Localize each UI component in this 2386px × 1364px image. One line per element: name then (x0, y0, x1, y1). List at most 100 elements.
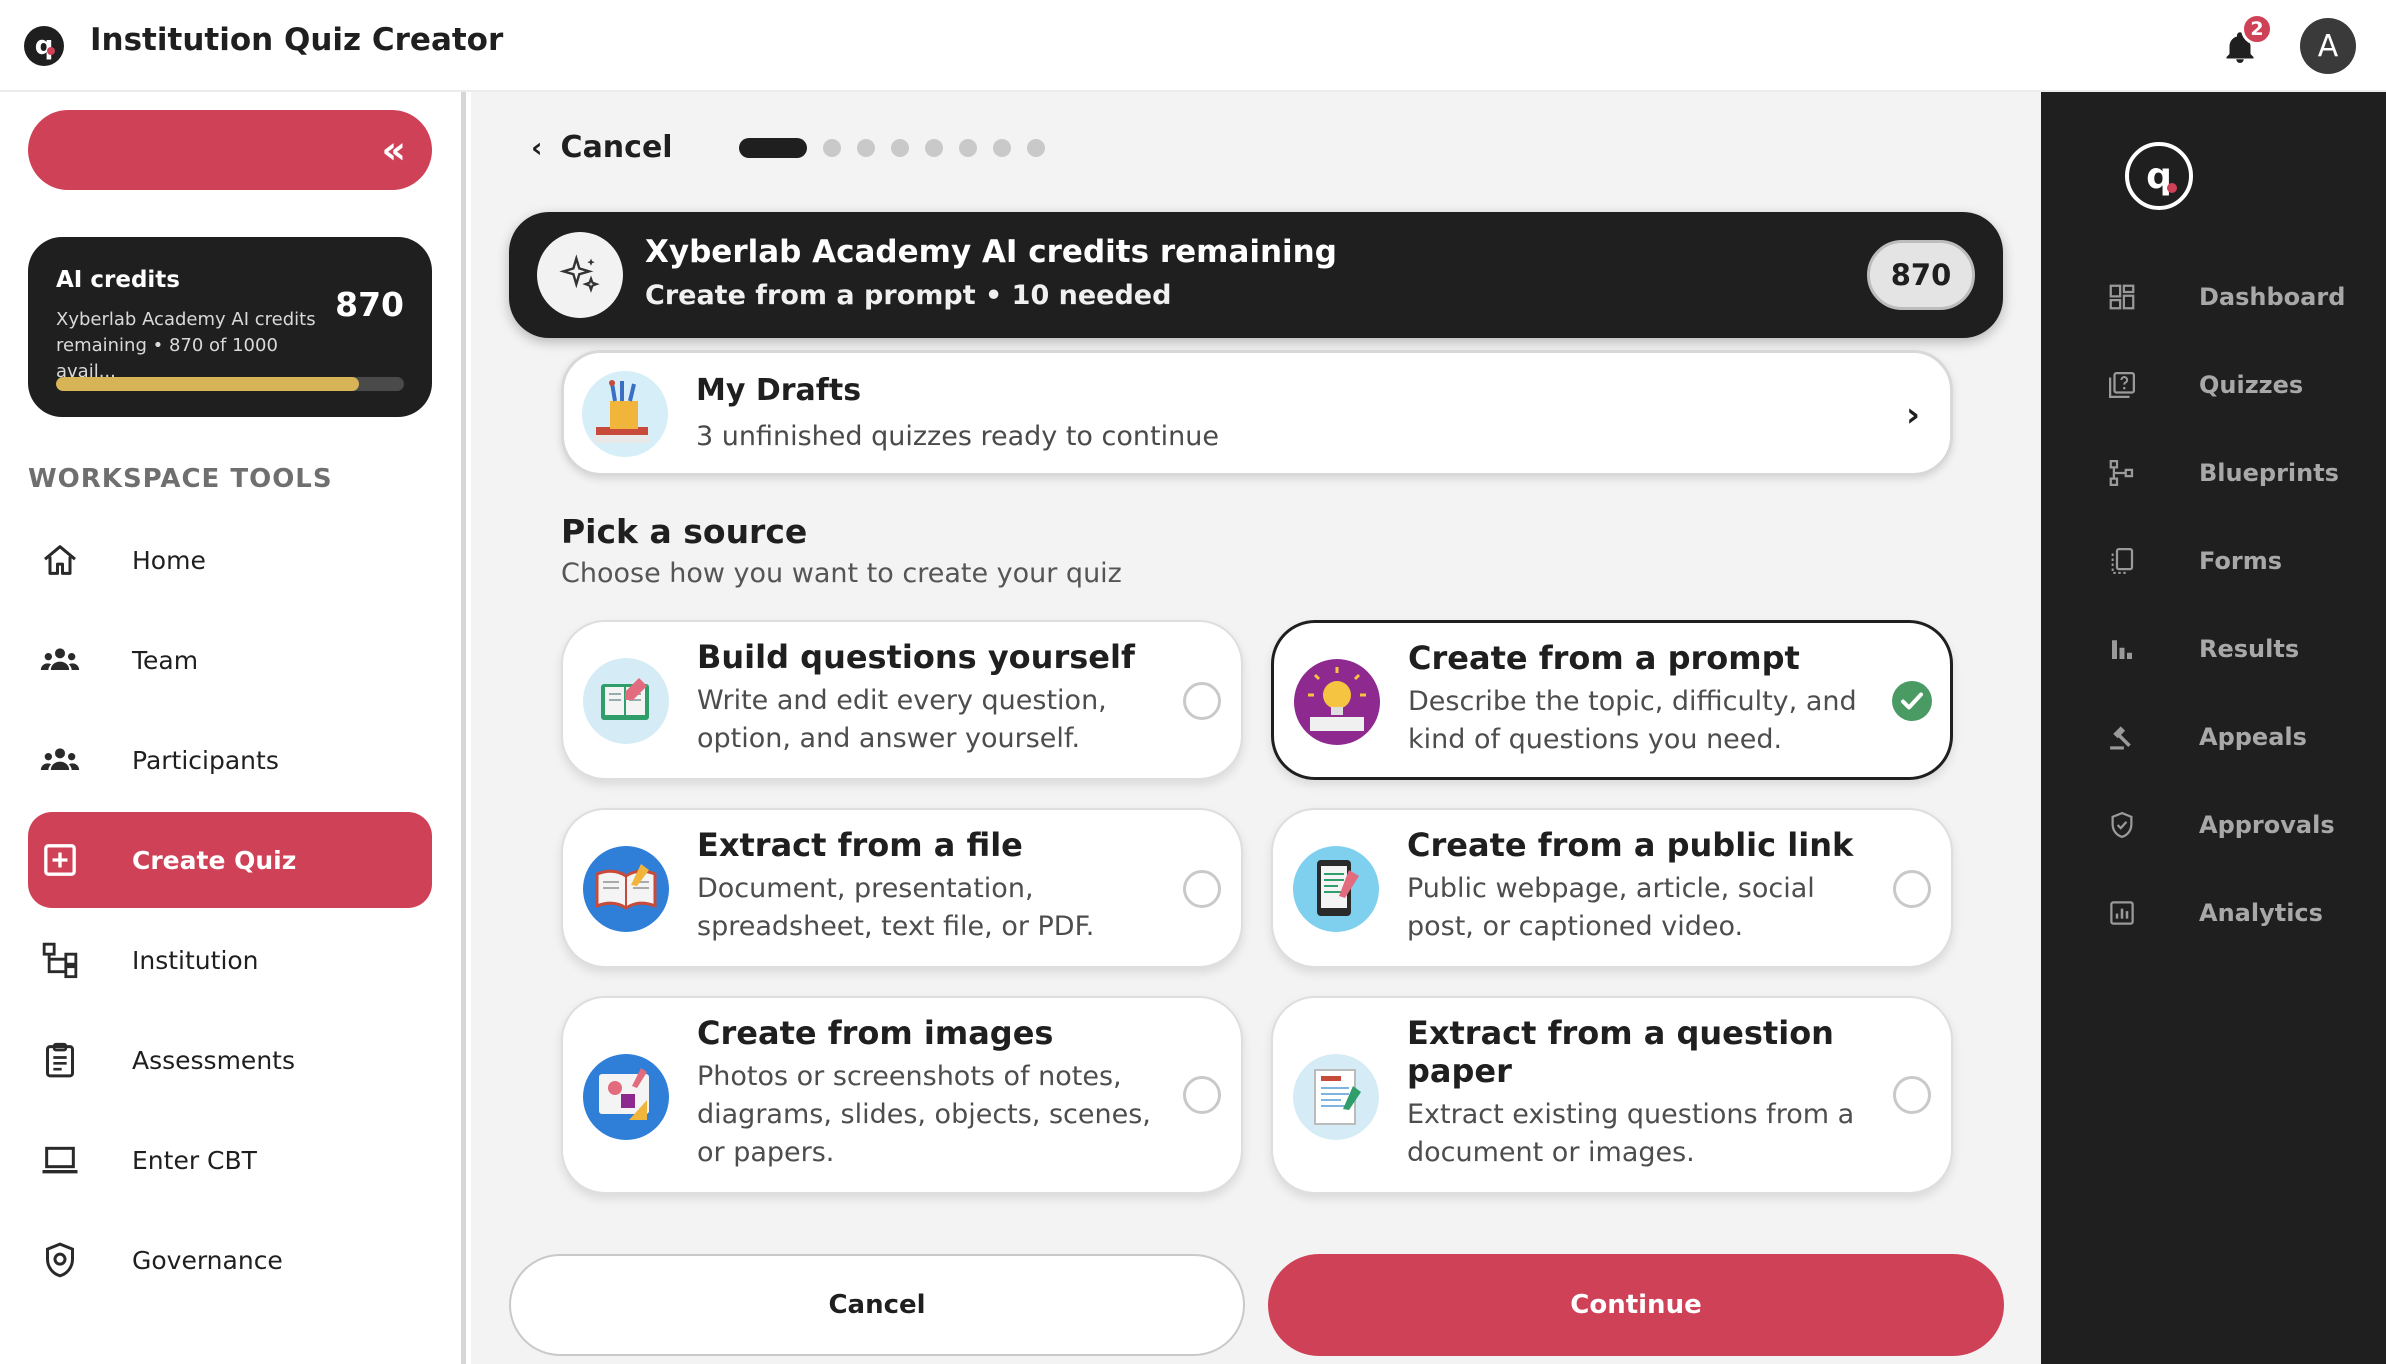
sidebar-item-label: Team (132, 645, 199, 675)
option-description: Document, presentation, spreadsheet, tex… (697, 873, 1095, 942)
rail-item-blueprints[interactable]: Blueprints (2041, 443, 2386, 503)
sidebar-item-enter-cbt[interactable]: Enter CBT (28, 1112, 432, 1208)
chevron-right-icon: › (1905, 395, 1920, 435)
open-book-icon (583, 846, 669, 932)
pick-source-title: Pick a source (561, 512, 808, 551)
option-build-yourself[interactable]: Build questions yourself Write and edit … (561, 620, 1243, 780)
step-dot (959, 139, 977, 157)
rail-item-analytics[interactable]: Analytics (2041, 883, 2386, 943)
option-description: Photos or screenshots of notes, diagrams… (697, 1061, 1151, 1168)
org-chart-icon (42, 942, 78, 979)
drafts-title: My Drafts (696, 373, 862, 408)
cancel-button[interactable]: Cancel (509, 1254, 1245, 1356)
sidebar-item-create-quiz[interactable]: Create Quiz (28, 812, 432, 908)
rail-item-approvals[interactable]: Approvals (2041, 795, 2386, 855)
sidebar: « AI credits Xyberlab Academy AI credits… (0, 92, 466, 1364)
credits-pill: 870 (1867, 240, 1975, 310)
rail-item-label: Appeals (2199, 723, 2307, 751)
credits-progress-bar (56, 377, 404, 391)
sidebar-item-label: Governance (132, 1245, 283, 1275)
option-title: Create from a public link (1407, 826, 1854, 864)
sidebar-item-assessments[interactable]: Assessments (28, 1012, 432, 1108)
sidebar-item-team[interactable]: Team (28, 612, 432, 708)
rail-item-results[interactable]: Results (2041, 619, 2386, 679)
blueprint-icon (2109, 460, 2134, 486)
ai-credits-card: AI credits Xyberlab Academy AI credits r… (28, 237, 432, 417)
option-extract-from-file[interactable]: Extract from a file Document, presentati… (561, 808, 1243, 968)
option-extract-from-question-paper[interactable]: Extract from a question paper Extract ex… (1271, 996, 1953, 1194)
home-icon (44, 545, 76, 575)
back-label: Cancel (560, 130, 673, 165)
option-create-from-prompt[interactable]: Create from a prompt Describe the topic,… (1271, 620, 1953, 780)
rail-item-dashboard[interactable]: Dashboard (2041, 267, 2386, 327)
collapse-sidebar-button[interactable]: « (28, 110, 432, 190)
clipboard-icon (46, 1042, 74, 1078)
step-dot (739, 138, 807, 158)
quiz-icon (2109, 372, 2135, 398)
step-indicator (739, 138, 1061, 158)
lightbulb-idea-icon (1294, 659, 1380, 745)
rail-item-quizzes[interactable]: Quizzes (2041, 355, 2386, 415)
sidebar-item-governance[interactable]: Governance (28, 1212, 432, 1308)
sidebar-item-label: Enter CBT (132, 1145, 257, 1175)
sidebar-item-label: Institution (132, 945, 259, 975)
banner-subtitle: Create from a prompt • 10 needed (645, 280, 1172, 311)
option-radio[interactable] (1893, 870, 1931, 908)
option-radio[interactable] (1183, 870, 1221, 908)
workspace-tools-heading: WORKSPACE TOOLS (28, 464, 333, 494)
logo-letter: q (34, 31, 54, 61)
step-dot (925, 139, 943, 157)
option-radio[interactable] (1183, 1076, 1221, 1114)
option-description: Public webpage, article, social post, or… (1407, 873, 1815, 942)
option-description: Write and edit every question, option, a… (697, 685, 1107, 754)
laptop-icon (42, 1146, 78, 1174)
rail-item-appeals[interactable]: Appeals (2041, 707, 2386, 767)
sidebar-item-label: Assessments (132, 1045, 295, 1075)
sidebar-item-participants[interactable]: Participants (28, 712, 432, 808)
analytics-icon (2110, 901, 2134, 925)
sparkles-icon (537, 232, 623, 318)
sidebar-item-home[interactable]: Home (28, 512, 432, 608)
sidebar-item-institution[interactable]: Institution (28, 912, 432, 1008)
option-title: Build questions yourself (697, 638, 1135, 676)
continue-button[interactable]: Continue (1268, 1254, 2004, 1356)
option-radio[interactable] (1183, 682, 1221, 720)
sidebar-nav: Home Team Participants Create Quiz Insti… (28, 512, 432, 1312)
rail-item-forms[interactable]: Forms (2041, 531, 2386, 591)
step-dot (1027, 139, 1045, 157)
option-title: Create from images (697, 1014, 1054, 1052)
image-shapes-icon (583, 1054, 669, 1140)
main-content: ‹ Cancel Xyberlab Academy AI credits rem… (471, 92, 2041, 1364)
back-cancel-link[interactable]: ‹ Cancel (531, 130, 673, 165)
book-edit-icon (583, 658, 669, 744)
step-dot (993, 139, 1011, 157)
app-logo-icon[interactable]: q (24, 26, 64, 66)
double-chevron-left-icon: « (381, 128, 406, 172)
rail-logo-icon[interactable]: q (2125, 142, 2193, 210)
ai-credits-banner: Xyberlab Academy AI credits remaining Cr… (509, 212, 2003, 338)
rail-item-label: Approvals (2199, 811, 2335, 839)
credits-description: Xyberlab Academy AI credits remaining • … (56, 309, 316, 382)
option-create-from-link[interactable]: Create from a public link Public webpage… (1271, 808, 1953, 968)
sidebar-item-label: Participants (132, 745, 279, 775)
right-nav-rail: q Dashboard Quizzes Blueprints Forms Res… (2041, 92, 2386, 1364)
avatar[interactable]: A (2300, 18, 2356, 74)
top-bar: q Institution Quiz Creator 2 A (0, 0, 2386, 92)
check-circle-icon[interactable] (1892, 681, 1932, 721)
gavel-icon (2110, 726, 2131, 750)
option-title: Extract from a file (697, 826, 1023, 864)
rail-item-label: Results (2199, 635, 2300, 663)
pick-source-subtitle: Choose how you want to create your quiz (561, 558, 1122, 589)
team-icon (40, 648, 80, 670)
credits-progress-fill (56, 377, 359, 391)
rail-item-label: Forms (2199, 547, 2283, 575)
option-radio[interactable] (1893, 1076, 1931, 1114)
my-drafts-card[interactable]: My Drafts 3 unfinished quizzes ready to … (561, 350, 1953, 476)
participants-icon (40, 748, 80, 770)
step-dot (823, 139, 841, 157)
tablet-link-icon (1293, 846, 1379, 932)
option-create-from-images[interactable]: Create from images Photos or screenshots… (561, 996, 1243, 1194)
option-description: Extract existing questions from a docume… (1407, 1099, 1855, 1168)
credits-value: 870 (335, 285, 404, 324)
drafts-subtitle: 3 unfinished quizzes ready to continue (696, 421, 1219, 452)
